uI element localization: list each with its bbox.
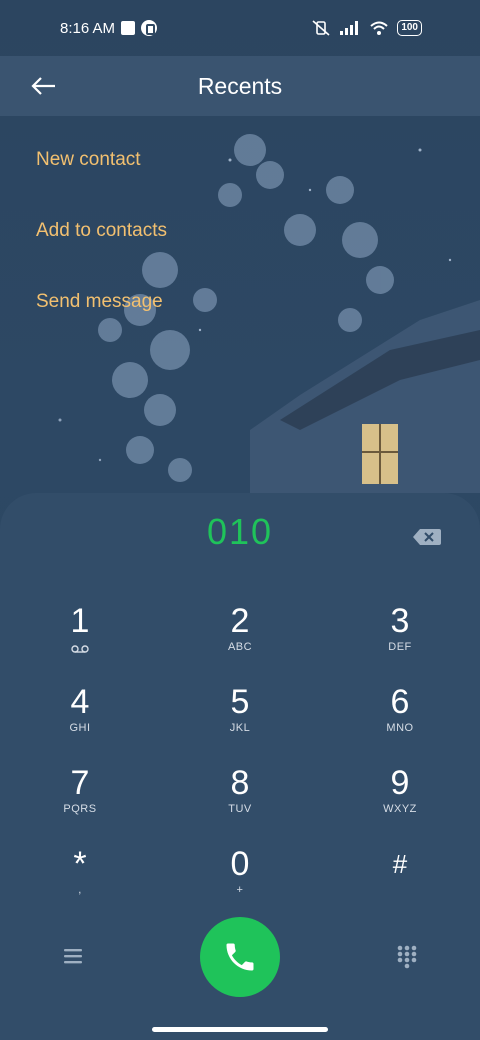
key-letters: DEF xyxy=(388,641,412,653)
key-digit: 4 xyxy=(70,683,90,721)
home-indicator[interactable] xyxy=(152,1027,328,1032)
key-2[interactable]: 2 ABC xyxy=(180,601,300,671)
key-digit: 5 xyxy=(230,683,250,721)
signal-icon xyxy=(340,21,359,35)
key-letters: WXYZ xyxy=(383,803,417,815)
dialed-number: 010 xyxy=(206,511,274,552)
backspace-icon xyxy=(413,529,441,545)
menu-button[interactable] xyxy=(60,943,86,969)
key-digit: 2 xyxy=(230,602,250,640)
key-letters: GHI xyxy=(69,722,91,734)
notification-square-icon xyxy=(121,21,136,35)
key-digit: 7 xyxy=(70,764,90,802)
key-4[interactable]: 4 GHI xyxy=(20,682,140,752)
key-star[interactable]: * , xyxy=(20,844,140,914)
back-button[interactable] xyxy=(26,68,62,104)
key-digit: * xyxy=(73,845,87,883)
key-letters: MNO xyxy=(386,722,414,734)
add-to-contacts-link[interactable]: Add to contacts xyxy=(36,211,167,282)
status-time: 8:16 AM xyxy=(60,19,116,37)
key-9[interactable]: 9 WXYZ xyxy=(340,763,460,833)
key-digit: 1 xyxy=(70,602,90,640)
status-right: 100 xyxy=(311,19,422,37)
app-header: Recents xyxy=(0,56,480,116)
backspace-button[interactable] xyxy=(412,527,442,547)
key-letters: TUV xyxy=(228,803,252,815)
voicemail-icon xyxy=(71,645,89,653)
new-contact-link[interactable]: New contact xyxy=(36,140,167,211)
key-letters: ABC xyxy=(227,641,253,653)
wifi-icon xyxy=(370,21,388,35)
battery-indicator: 100 xyxy=(397,20,422,36)
key-7[interactable]: 7 PQRS xyxy=(20,763,140,833)
vibrate-off-icon xyxy=(312,20,330,36)
key-digit: 8 xyxy=(230,764,250,802)
dialpad-bottom-row xyxy=(0,915,480,997)
phone-icon xyxy=(226,943,254,971)
status-bar: 8:16 AM 100 xyxy=(0,0,480,56)
keypad-toggle-button[interactable] xyxy=(394,943,420,969)
key-6[interactable]: 6 MNO xyxy=(340,682,460,752)
key-letters: JKL xyxy=(229,722,251,734)
key-0[interactable]: 0 + xyxy=(180,844,300,914)
notification-app-icon xyxy=(141,20,158,36)
key-8[interactable]: 8 TUV xyxy=(180,763,300,833)
key-digit: 3 xyxy=(390,602,410,640)
key-3[interactable]: 3 DEF xyxy=(340,601,460,671)
key-digit: 0 xyxy=(230,845,250,883)
keypad-icon xyxy=(397,945,417,969)
status-left: 8:16 AM xyxy=(60,19,158,37)
key-5[interactable]: 5 JKL xyxy=(180,682,300,752)
key-letters: PQRS xyxy=(63,803,97,815)
key-hash[interactable]: # xyxy=(340,844,460,914)
back-arrow-icon xyxy=(31,77,55,95)
key-digit: 6 xyxy=(390,683,410,721)
key-digit: 9 xyxy=(390,764,410,802)
dialpad-panel: 010 1 2 ABC 3 DEF 4 GHI 5 JKL 6 MNO 7 PQ… xyxy=(0,493,480,1040)
call-button[interactable] xyxy=(200,917,280,997)
page-title: Recents xyxy=(197,72,283,99)
contact-actions: New contact Add to contacts Send message xyxy=(36,140,167,353)
key-letters: + xyxy=(236,884,244,896)
key-digit: # xyxy=(392,849,408,879)
key-1[interactable]: 1 xyxy=(20,601,140,671)
send-message-link[interactable]: Send message xyxy=(36,282,167,353)
menu-icon xyxy=(64,949,82,964)
key-letters: , xyxy=(78,884,82,896)
